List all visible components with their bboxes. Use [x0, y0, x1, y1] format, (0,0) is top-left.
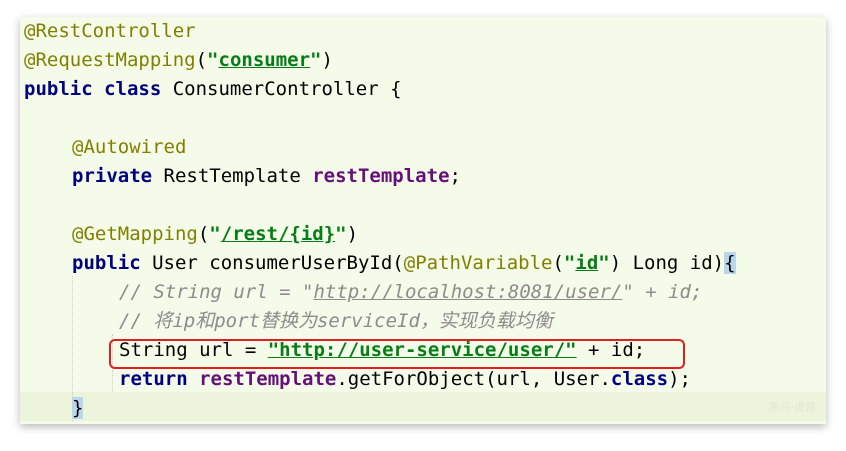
- keyword: return: [119, 368, 188, 390]
- statement-end: );: [668, 368, 691, 390]
- code-line-13: return restTemplate.getForObject(url, Us…: [119, 365, 691, 394]
- matched-brace: {: [724, 252, 736, 274]
- keyword: class: [610, 368, 669, 390]
- code-line-8: @GetMapping("/rest/{id}"): [72, 220, 358, 249]
- comment: " + id;: [622, 281, 703, 303]
- current-line-highlight: [20, 392, 826, 421]
- code-line-6: private RestTemplate restTemplate;: [72, 162, 461, 191]
- method-call: .getForObject(url, User.: [336, 368, 611, 390]
- comment: // 将ip和port替换为serviceId，实现负载均衡: [119, 310, 553, 332]
- keyword: public: [72, 252, 141, 274]
- quote: ": [563, 252, 576, 274]
- path-variable: {id}: [289, 223, 336, 245]
- comment-link[interactable]: http://localhost:8081/user/: [313, 281, 622, 303]
- quote: ": [209, 223, 221, 245]
- class-name: ConsumerController {: [161, 78, 402, 100]
- keyword: public: [24, 78, 93, 100]
- annotation: @Autowired: [72, 136, 187, 158]
- string-literal: /rest/: [220, 223, 290, 245]
- string-literal: id: [575, 252, 599, 274]
- annotation: @GetMapping: [72, 223, 198, 245]
- matched-brace: }: [72, 397, 84, 419]
- quote: ": [598, 252, 610, 274]
- code-line-10: // String url = "http://localhost:8081/u…: [119, 278, 702, 307]
- comment: // String url = ": [119, 281, 314, 303]
- string-literal: consumer: [218, 49, 311, 71]
- paren: ): [346, 223, 359, 245]
- type-name: RestTemplate: [152, 165, 313, 187]
- code-line-5: @Autowired: [72, 133, 186, 162]
- paren: (: [552, 252, 564, 274]
- field-name: restTemplate: [187, 368, 337, 390]
- code-line-2: @RequestMapping("consumer"): [24, 46, 333, 75]
- paren: (: [197, 223, 210, 245]
- watermark: 黑马·虎哥: [768, 401, 817, 414]
- annotation: @RequestMapping: [24, 49, 196, 71]
- paren: ): [321, 49, 333, 71]
- method-signature: User consumerUserById(: [140, 252, 404, 274]
- code-line-1: @RestController: [24, 17, 196, 46]
- code-line-11: // 将ip和port替换为serviceId，实现负载均衡: [119, 307, 553, 336]
- highlight-box: [109, 339, 685, 369]
- semicolon: ;: [449, 165, 461, 187]
- quote: ": [310, 49, 322, 71]
- quote: ": [335, 223, 347, 245]
- field-name: restTemplate: [312, 165, 450, 187]
- annotation: @PathVariable: [403, 252, 553, 274]
- code-line-14: }: [72, 394, 84, 423]
- keyword: class: [104, 78, 162, 100]
- quote: ": [207, 49, 219, 71]
- annotation: @RestController: [24, 20, 196, 42]
- keyword: private: [72, 165, 153, 187]
- code-line-3: public class ConsumerController {: [24, 75, 402, 104]
- code-line-9: public User consumerUserById(@PathVariab…: [72, 249, 736, 278]
- code-editor[interactable]: @RestController @RequestMapping("consume…: [20, 17, 826, 424]
- paren: (: [195, 49, 208, 71]
- method-params: ) Long id): [609, 252, 725, 274]
